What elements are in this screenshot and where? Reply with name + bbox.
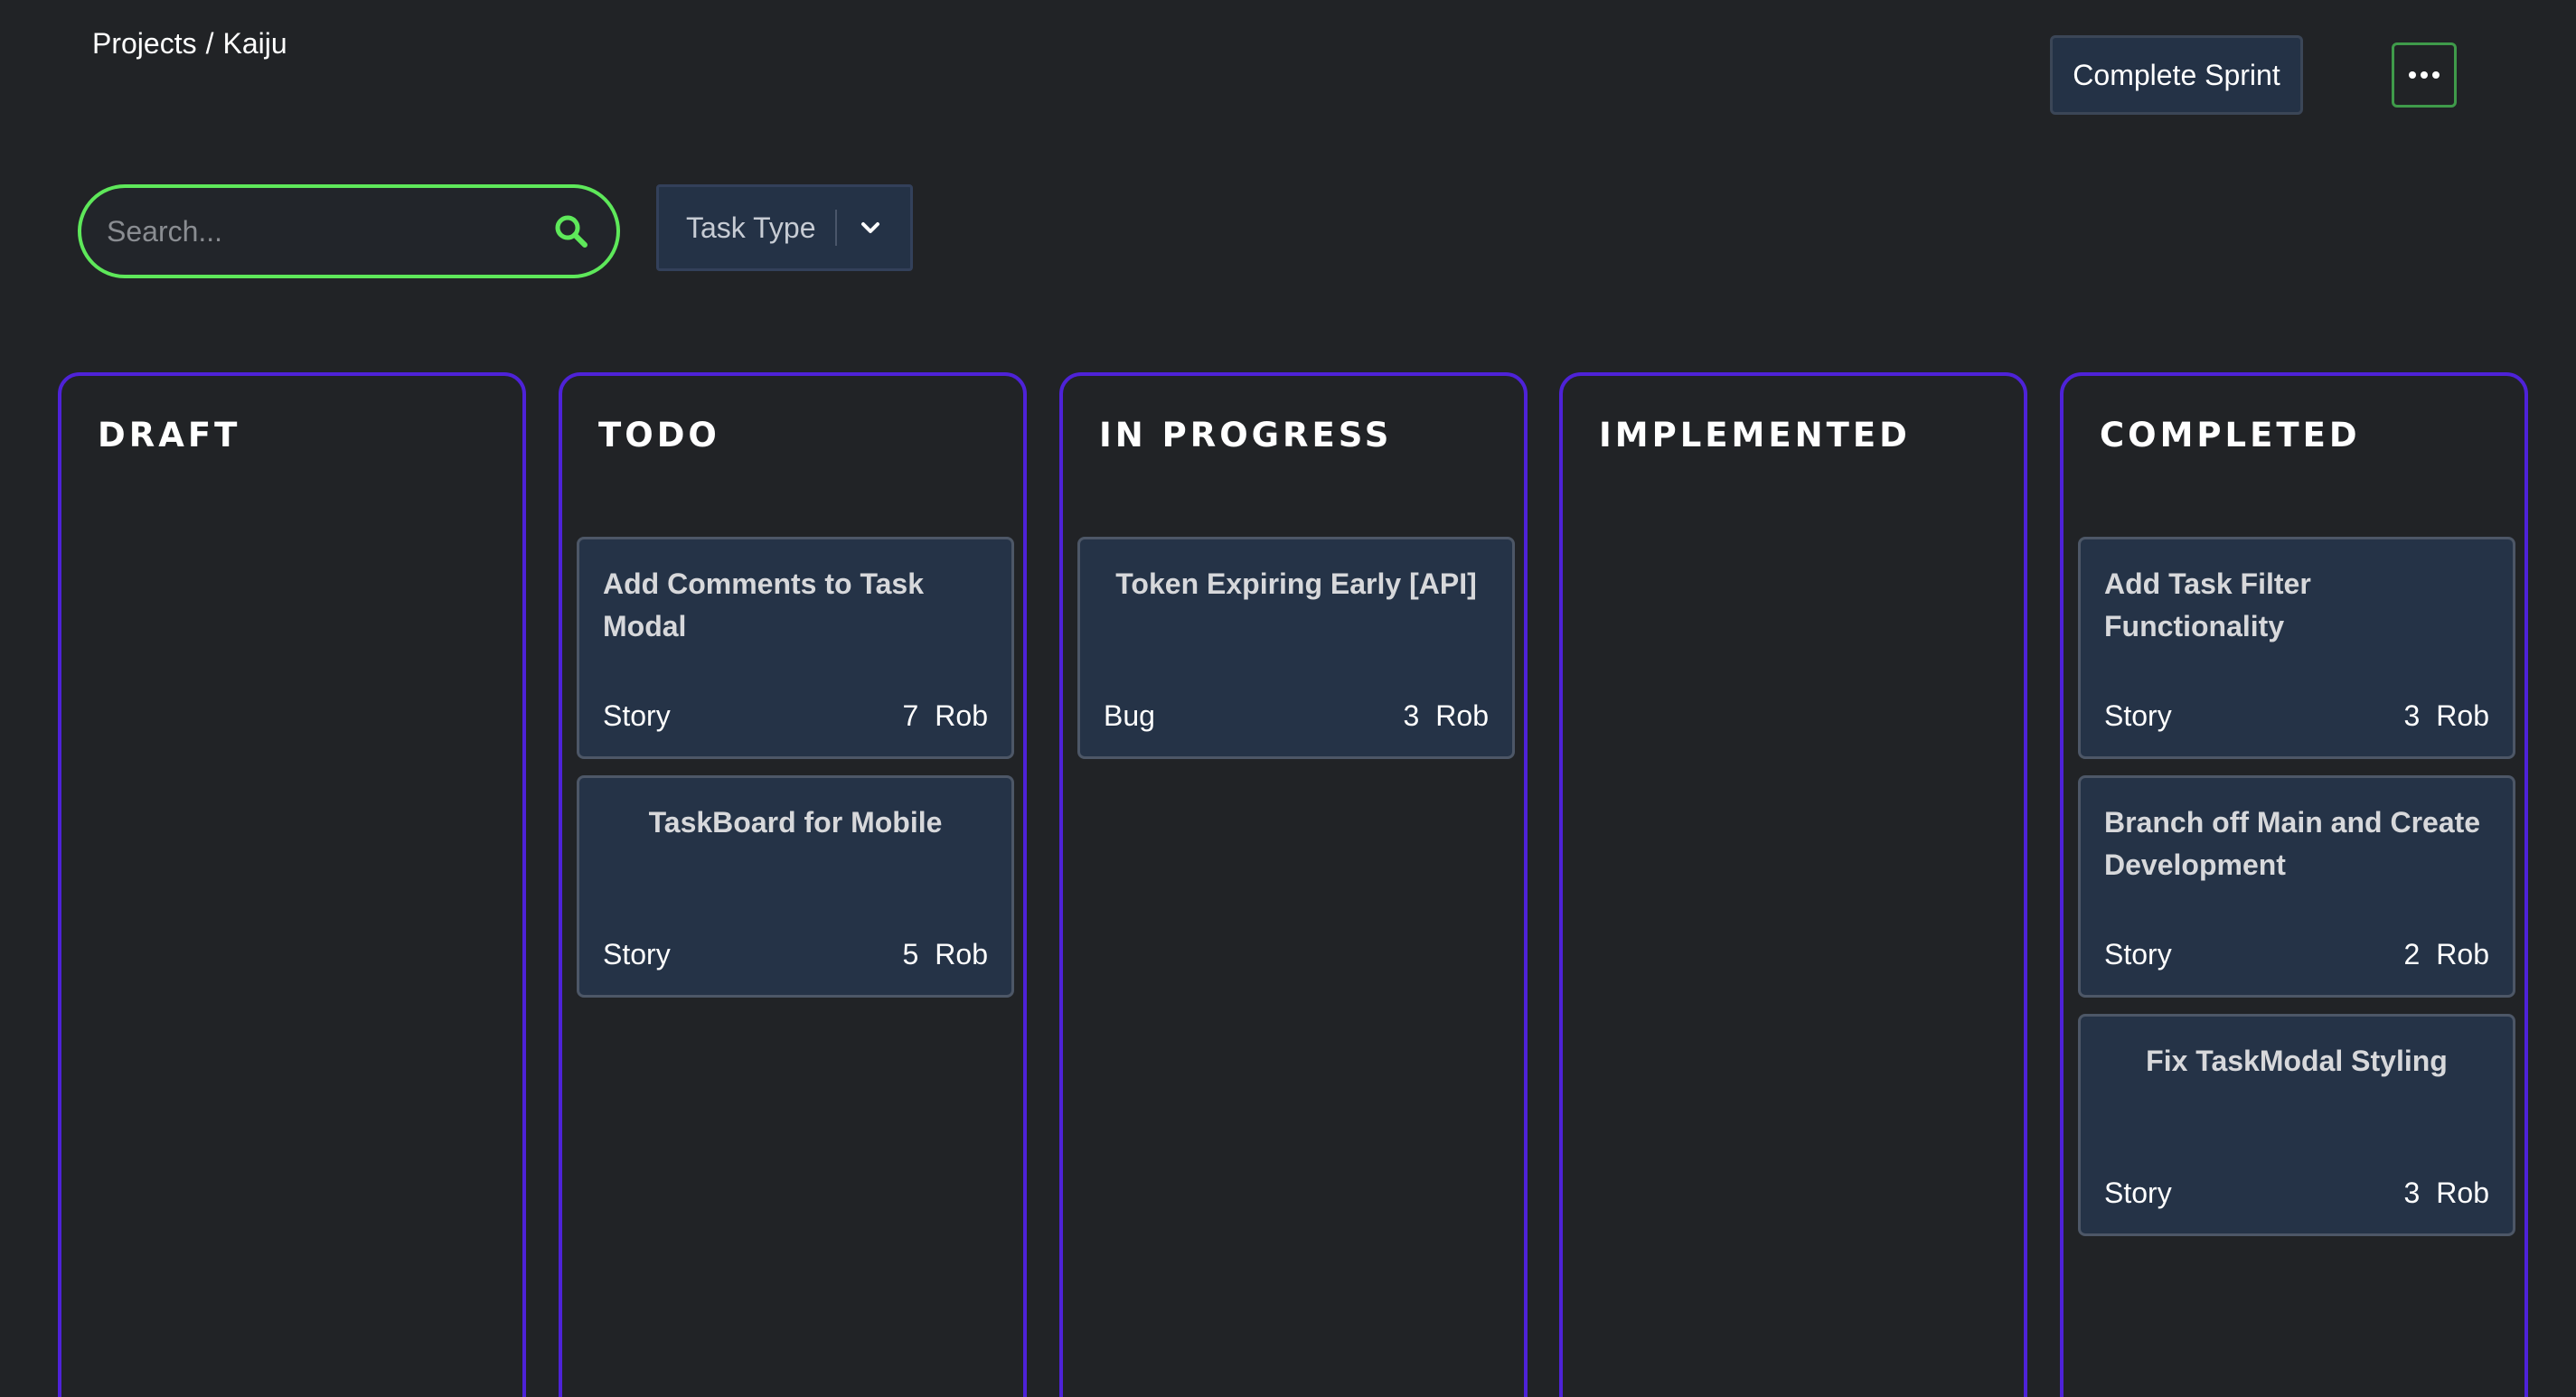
- task-card[interactable]: Token Expiring Early [API] Bug 3 Rob: [1077, 537, 1515, 759]
- breadcrumb-separator: /: [205, 27, 214, 60]
- breadcrumb-current: Kaiju: [222, 27, 287, 60]
- task-card[interactable]: Add Task Filter Functionality Story 3 Ro…: [2078, 537, 2515, 759]
- search-icon[interactable]: [553, 213, 589, 249]
- column-completed: COMPLETED Add Task Filter Functionality …: [2060, 372, 2528, 1397]
- task-assignee: Rob: [2436, 1177, 2489, 1209]
- column-in-progress: IN PROGRESS Token Expiring Early [API] B…: [1059, 372, 1528, 1397]
- taskboard-page: Projects/Kaiju Complete Sprint Task Type…: [0, 0, 2576, 1397]
- task-type: Story: [2104, 699, 2172, 732]
- task-assignee: Rob: [2436, 938, 2489, 970]
- column-draft: DRAFT: [58, 372, 526, 1397]
- task-meta: 7 Rob: [903, 699, 989, 733]
- story-points: 2: [2403, 938, 2421, 970]
- task-card[interactable]: TaskBoard for Mobile Story 5 Rob: [577, 775, 1014, 998]
- task-assignee: Rob: [2436, 699, 2489, 732]
- task-assignee: Rob: [1435, 699, 1489, 732]
- search-input[interactable]: [105, 213, 553, 249]
- ellipsis-icon: [2421, 71, 2428, 79]
- task-type: Story: [2104, 938, 2172, 970]
- task-meta: 5 Rob: [903, 938, 989, 971]
- task-meta: 2 Rob: [2404, 938, 2490, 971]
- task-card[interactable]: Branch off Main and Create Development S…: [2078, 775, 2515, 998]
- more-options-button[interactable]: [2392, 42, 2457, 108]
- column-todo: TODO Add Comments to Task Modal Story 7 …: [559, 372, 1027, 1397]
- task-title: Add Comments to Task Modal: [603, 567, 924, 642]
- story-points: 3: [2403, 1177, 2421, 1209]
- breadcrumb: Projects / Kaiju: [92, 27, 287, 61]
- task-assignee: Rob: [935, 699, 988, 732]
- complete-sprint-button[interactable]: Complete Sprint: [2050, 35, 2303, 115]
- ellipsis-icon: [2409, 71, 2416, 79]
- task-type: Bug: [1104, 699, 1155, 732]
- search-box: [78, 184, 620, 278]
- task-type-filter[interactable]: Task Type: [656, 184, 913, 271]
- task-title: Fix TaskModal Styling: [2146, 1045, 2448, 1077]
- column-title: TODO: [598, 416, 720, 455]
- breadcrumb-projects-link[interactable]: Projects: [92, 27, 197, 61]
- task-type-label: Task Type: [686, 211, 816, 244]
- story-points: 5: [902, 938, 919, 970]
- column-title: IMPLEMENTED: [1599, 416, 1911, 455]
- story-points: 3: [1403, 699, 1420, 732]
- task-type: Story: [603, 699, 671, 732]
- task-card[interactable]: Add Comments to Task Modal Story 7 Rob: [577, 537, 1014, 759]
- task-assignee: Rob: [935, 938, 988, 970]
- story-points: 3: [2403, 699, 2421, 732]
- column-title: DRAFT: [98, 416, 241, 455]
- column-title: IN PROGRESS: [1099, 416, 1393, 455]
- column-title: COMPLETED: [2100, 416, 2361, 455]
- task-meta: 3 Rob: [2404, 699, 2490, 733]
- task-type: Story: [603, 938, 671, 970]
- task-meta: 3 Rob: [1404, 699, 1490, 733]
- task-meta: 3 Rob: [2404, 1177, 2490, 1210]
- task-card[interactable]: Fix TaskModal Styling Story 3 Rob: [2078, 1014, 2515, 1236]
- filter-divider: [835, 210, 838, 246]
- task-title: TaskBoard for Mobile: [648, 806, 943, 839]
- task-type: Story: [2104, 1177, 2172, 1209]
- task-title: Token Expiring Early [API]: [1115, 567, 1477, 600]
- story-points: 7: [902, 699, 919, 732]
- ellipsis-icon: [2432, 71, 2440, 79]
- column-implemented: IMPLEMENTED: [1559, 372, 2027, 1397]
- chevron-down-icon: [861, 222, 880, 233]
- task-title: Add Task Filter Functionality: [2104, 567, 2311, 642]
- task-title: Branch off Main and Create Development: [2104, 806, 2481, 881]
